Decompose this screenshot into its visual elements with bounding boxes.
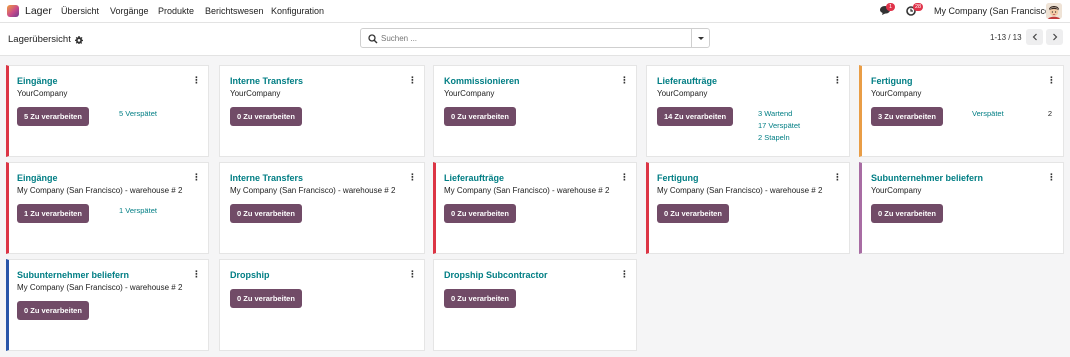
- menu-berichtswesen[interactable]: Berichtswesen: [205, 6, 264, 16]
- to-process-button[interactable]: 0 Zu verarbeiten: [444, 289, 516, 308]
- card-fertigung-wh2: Fertigung My Company (San Francisco) - w…: [646, 162, 850, 254]
- to-process-button[interactable]: 14 Zu verarbeiten: [657, 107, 734, 126]
- card-subtitle: My Company (San Francisco) - warehouse #…: [17, 283, 183, 292]
- card-lieferauftraege: Lieferaufträge YourCompany ⋮ 14 Zu verar…: [646, 65, 850, 157]
- pager-value[interactable]: 1-13 / 13: [990, 33, 1022, 42]
- chevron-down-icon: [697, 36, 704, 40]
- card-title[interactable]: Fertigung: [657, 173, 699, 183]
- waiting-link[interactable]: 3 Wartend: [758, 109, 792, 118]
- card-menu-icon[interactable]: ⋮: [408, 270, 417, 279]
- card-subtitle: YourCompany: [17, 89, 68, 98]
- card-title[interactable]: Subunternehmer beliefern: [871, 173, 983, 183]
- card-menu-icon[interactable]: ⋮: [1047, 76, 1056, 85]
- menu-vorgaenge[interactable]: Vorgänge: [110, 6, 149, 16]
- card-title[interactable]: Eingänge: [17, 173, 58, 183]
- card-menu-icon[interactable]: ⋮: [408, 76, 417, 85]
- to-process-button[interactable]: 0 Zu verarbeiten: [444, 107, 516, 126]
- activities-badge: 28: [913, 3, 924, 11]
- pager-previous-button[interactable]: [1026, 29, 1043, 45]
- control-panel: Lagerübersicht 1-13 / 13: [0, 23, 1070, 56]
- card-kommissionieren: Kommissionieren YourCompany ⋮ 0 Zu verar…: [433, 65, 637, 157]
- card-title[interactable]: Lieferaufträge: [657, 76, 717, 86]
- card-title[interactable]: Subunternehmer beliefern: [17, 270, 129, 280]
- card-subtitle: YourCompany: [657, 89, 708, 98]
- to-process-button[interactable]: 0 Zu verarbeiten: [871, 204, 943, 223]
- late-link[interactable]: 17 Verspätet: [758, 121, 800, 130]
- card-title[interactable]: Kommissionieren: [444, 76, 520, 86]
- to-process-button[interactable]: 0 Zu verarbeiten: [230, 204, 302, 223]
- app-name[interactable]: Lager: [25, 5, 52, 17]
- card-dropship: Dropship ⋮ 0 Zu verarbeiten: [219, 259, 425, 351]
- menu-konfiguration[interactable]: Konfiguration: [271, 6, 324, 16]
- breadcrumb: Lagerübersicht: [8, 34, 83, 45]
- company-switcher[interactable]: My Company (San Francisco): [934, 6, 1053, 16]
- card-subtitle: My Company (San Francisco) - warehouse #…: [444, 186, 610, 195]
- card-menu-icon[interactable]: ⋮: [192, 270, 201, 279]
- card-subtitle: My Company (San Francisco) - warehouse #…: [230, 186, 396, 195]
- top-navbar: Lager Übersicht Vorgänge Produkte Berich…: [0, 0, 1070, 23]
- card-menu-icon[interactable]: ⋮: [620, 270, 629, 279]
- card-fertigung: Fertigung YourCompany ⋮ 3 Zu verarbeiten…: [859, 65, 1064, 157]
- card-menu-icon[interactable]: ⋮: [620, 173, 629, 182]
- page-title: Lagerübersicht: [8, 34, 71, 45]
- card-subtitle: YourCompany: [444, 89, 495, 98]
- to-process-button[interactable]: 0 Zu verarbeiten: [444, 204, 516, 223]
- messages-badge: 1: [886, 3, 895, 11]
- menu-uebersicht[interactable]: Übersicht: [61, 6, 99, 16]
- card-title[interactable]: Dropship Subcontractor: [444, 270, 548, 280]
- late-count[interactable]: 2: [1048, 109, 1052, 118]
- card-subunternehmer-beliefern: Subunternehmer beliefern YourCompany ⋮ 0…: [859, 162, 1064, 254]
- card-title[interactable]: Eingänge: [17, 76, 58, 86]
- to-process-button[interactable]: 0 Zu verarbeiten: [230, 107, 302, 126]
- card-menu-icon[interactable]: ⋮: [833, 173, 842, 182]
- to-process-button[interactable]: 0 Zu verarbeiten: [17, 301, 89, 320]
- search-icon: [368, 34, 378, 44]
- menu-produkte[interactable]: Produkte: [158, 6, 194, 16]
- card-title[interactable]: Lieferaufträge: [444, 173, 504, 183]
- card-menu-icon[interactable]: ⋮: [620, 76, 629, 85]
- card-menu-icon[interactable]: ⋮: [192, 76, 201, 85]
- card-eingaenge-wh2: Eingänge My Company (San Francisco) - wa…: [6, 162, 209, 254]
- card-subtitle: My Company (San Francisco) - warehouse #…: [17, 186, 183, 195]
- card-title[interactable]: Interne Transfers: [230, 76, 303, 86]
- to-process-button[interactable]: 1 Zu verarbeiten: [17, 204, 89, 223]
- to-process-button[interactable]: 5 Zu verarbeiten: [17, 107, 89, 126]
- chevron-left-icon: [1032, 33, 1037, 41]
- card-menu-icon[interactable]: ⋮: [833, 76, 842, 85]
- user-avatar[interactable]: [1046, 3, 1062, 19]
- card-interne-transfers-wh2: Interne Transfers My Company (San Franci…: [219, 162, 425, 254]
- late-link[interactable]: 1 Verspätet: [119, 206, 157, 215]
- search-bar: [360, 28, 710, 48]
- chevron-right-icon: [1052, 33, 1057, 41]
- card-subtitle: YourCompany: [871, 89, 922, 98]
- card-eingaenge: Eingänge YourCompany ⋮ 5 Zu verarbeiten …: [6, 65, 209, 157]
- card-subtitle: My Company (San Francisco) - warehouse #…: [657, 186, 823, 195]
- card-lieferauftraege-wh2: Lieferaufträge My Company (San Francisco…: [433, 162, 637, 254]
- card-menu-icon[interactable]: ⋮: [408, 173, 417, 182]
- card-title[interactable]: Dropship: [230, 270, 270, 280]
- card-subunternehmer-beliefern-wh2: Subunternehmer beliefern My Company (San…: [6, 259, 209, 351]
- avatar-face-icon: [1046, 3, 1062, 19]
- card-title[interactable]: Interne Transfers: [230, 173, 303, 183]
- late-link[interactable]: Verspätet: [972, 109, 1004, 118]
- search-options-toggle[interactable]: [691, 29, 709, 47]
- search-input[interactable]: [381, 31, 686, 45]
- to-process-button[interactable]: 0 Zu verarbeiten: [657, 204, 729, 223]
- card-menu-icon[interactable]: ⋮: [1047, 173, 1056, 182]
- gear-icon[interactable]: [74, 35, 83, 44]
- pager-next-button[interactable]: [1046, 29, 1063, 45]
- to-process-button[interactable]: 3 Zu verarbeiten: [871, 107, 943, 126]
- late-link[interactable]: 5 Verspätet: [119, 109, 157, 118]
- card-subtitle: YourCompany: [871, 186, 922, 195]
- card-title[interactable]: Fertigung: [871, 76, 913, 86]
- app-logo-icon[interactable]: [7, 5, 19, 17]
- backorders-link[interactable]: 2 Stapeln: [758, 133, 790, 142]
- card-subtitle: YourCompany: [230, 89, 281, 98]
- card-menu-icon[interactable]: ⋮: [192, 173, 201, 182]
- card-interne-transfers: Interne Transfers YourCompany ⋮ 0 Zu ver…: [219, 65, 425, 157]
- card-dropship-subcontractor: Dropship Subcontractor ⋮ 0 Zu verarbeite…: [433, 259, 637, 351]
- to-process-button[interactable]: 0 Zu verarbeiten: [230, 289, 302, 308]
